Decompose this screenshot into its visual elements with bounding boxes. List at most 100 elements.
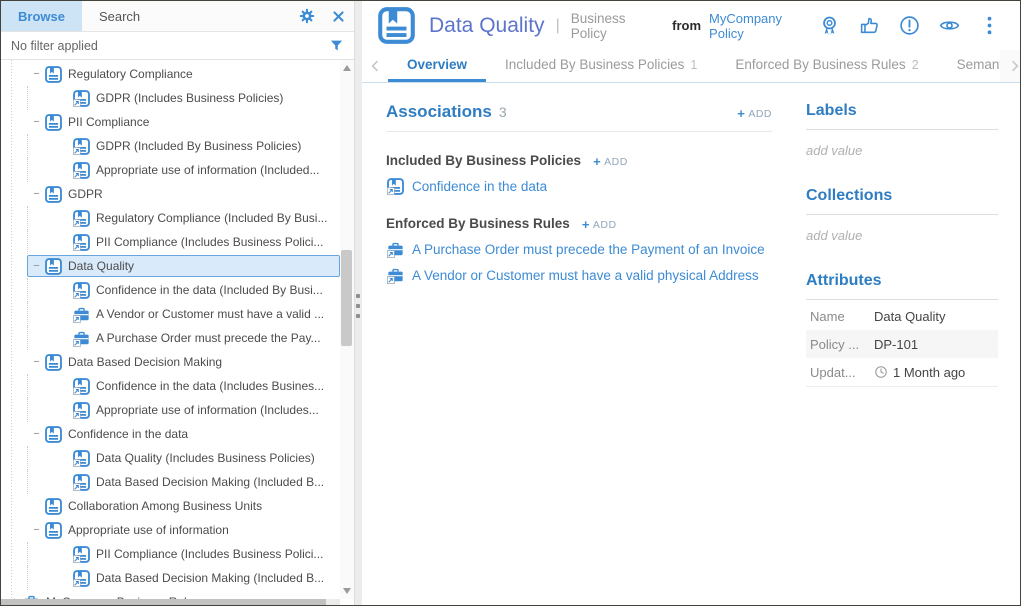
scrollbar-thumb[interactable] bbox=[341, 250, 352, 346]
tabs-scroll-left-button[interactable] bbox=[362, 50, 388, 82]
associations-title: Associations bbox=[386, 102, 492, 122]
asset-page: Data Quality | Business Policy from MyCo… bbox=[362, 1, 1020, 605]
tab-search[interactable]: Search bbox=[82, 1, 157, 31]
tree-item[interactable]: Data Based Decision Making (Included B..… bbox=[1, 470, 340, 494]
policy-icon bbox=[45, 426, 62, 443]
tree-item-selected[interactable]: −Data Quality bbox=[1, 254, 340, 278]
attributes-table: Name Data Quality Policy ... DP-101 Upda… bbox=[806, 302, 998, 387]
tab-enforced-by-business-rules[interactable]: Enforced By Business Rules2 bbox=[716, 50, 937, 82]
tree-item[interactable]: PII Compliance (Includes Business Polici… bbox=[1, 230, 340, 254]
tree-item[interactable]: Data Quality (Includes Business Policies… bbox=[1, 446, 340, 470]
business-policy-icon bbox=[378, 7, 415, 44]
tree-item[interactable]: A Purchase Order must precede the Pay... bbox=[1, 326, 340, 350]
close-icon bbox=[331, 9, 346, 24]
policy-icon bbox=[45, 522, 62, 539]
policy-icon bbox=[45, 354, 62, 371]
tree-vertical-scrollbar[interactable] bbox=[340, 60, 354, 599]
tab-bar: Overview Included By Business Policies1 … bbox=[362, 50, 1020, 83]
collapse-icon[interactable]: − bbox=[30, 69, 43, 80]
policy-ref-icon bbox=[73, 546, 90, 563]
tab-count-badge: 1 bbox=[690, 58, 697, 72]
related-asset-link[interactable]: A Purchase Order must precede the Paymen… bbox=[412, 242, 765, 257]
filter-bar: No filter applied bbox=[1, 32, 354, 60]
tree-item[interactable]: −Data Based Decision Making bbox=[1, 350, 340, 374]
add-included-policy-button[interactable]: +ADD bbox=[593, 154, 628, 169]
tree-item[interactable]: Regulatory Compliance (Included By Busi.… bbox=[1, 206, 340, 230]
tree-item[interactable]: +MyCompany Business Rules bbox=[1, 590, 340, 599]
tabs-scroll-right-button[interactable] bbox=[1000, 50, 1020, 82]
certification-badge-icon[interactable] bbox=[819, 15, 840, 36]
collapse-icon[interactable]: − bbox=[30, 261, 43, 272]
rule-ref-icon bbox=[73, 306, 90, 323]
watch-eye-icon[interactable] bbox=[939, 15, 960, 36]
policy-ref-icon bbox=[73, 234, 90, 251]
tree-item[interactable]: GDPR (Includes Business Policies) bbox=[1, 86, 340, 110]
tree-item[interactable]: Confidence in the data (Includes Busines… bbox=[1, 374, 340, 398]
scroll-up-arrow[interactable] bbox=[343, 65, 351, 71]
settings-button[interactable] bbox=[291, 1, 323, 31]
add-association-button[interactable]: +ADD bbox=[737, 106, 772, 121]
policy-icon bbox=[45, 114, 62, 131]
associations-count: 3 bbox=[499, 104, 507, 120]
tree-container: −Regulatory Compliance GDPR (Includes Bu… bbox=[1, 60, 354, 605]
policy-ref-icon bbox=[73, 138, 90, 155]
parent-domain-link[interactable]: MyCompany Policy bbox=[709, 11, 819, 41]
tree-item[interactable]: GDPR (Included By Business Policies) bbox=[1, 134, 340, 158]
resize-grip-icon bbox=[356, 294, 360, 318]
collections-add-value[interactable]: add value bbox=[806, 228, 998, 243]
tree-item[interactable]: Appropriate use of information (Included… bbox=[1, 158, 340, 182]
policy-icon bbox=[45, 186, 62, 203]
tree-item[interactable]: −GDPR bbox=[1, 182, 340, 206]
panel-resize-handle[interactable] bbox=[355, 1, 362, 605]
tab-browse[interactable]: Browse bbox=[1, 1, 82, 31]
asset-type-label: Business Policy bbox=[571, 11, 664, 41]
policy-ref-icon bbox=[73, 282, 90, 299]
scroll-down-arrow[interactable] bbox=[343, 588, 351, 594]
policy-ref-icon bbox=[73, 162, 90, 179]
tree-item[interactable]: PII Compliance (Includes Business Polici… bbox=[1, 542, 340, 566]
tree-item[interactable]: Confidence in the data (Included By Busi… bbox=[1, 278, 340, 302]
rule-ref-icon bbox=[73, 330, 90, 347]
add-enforcing-rule-button[interactable]: +ADD bbox=[582, 217, 617, 232]
tree-horizontal-scrollbar[interactable] bbox=[1, 599, 340, 605]
tree-item[interactable]: Collaboration Among Business Units bbox=[1, 494, 340, 518]
collapse-icon[interactable]: − bbox=[30, 117, 43, 128]
tree-item[interactable]: −Confidence in the data bbox=[1, 422, 340, 446]
collapse-icon[interactable]: − bbox=[30, 189, 43, 200]
tree-item[interactable]: A Vendor or Customer must have a valid .… bbox=[1, 302, 340, 326]
page-title: Data Quality bbox=[429, 14, 545, 38]
labels-title: Labels bbox=[806, 102, 998, 130]
tab-semantics[interactable]: Semantics bbox=[938, 50, 1000, 82]
tab-count-badge: 2 bbox=[912, 58, 919, 72]
collections-title: Collections bbox=[806, 187, 998, 215]
policy-ref-icon bbox=[73, 378, 90, 395]
tree-item[interactable]: Appropriate use of information (Includes… bbox=[1, 398, 340, 422]
labels-add-value[interactable]: add value bbox=[806, 143, 998, 158]
related-asset-link[interactable]: Confidence in the data bbox=[412, 179, 547, 194]
filter-status-text: No filter applied bbox=[11, 39, 98, 53]
overview-content: Associations 3 +ADD Included By Business… bbox=[362, 83, 1020, 605]
tab-search-label: Search bbox=[99, 9, 140, 24]
tab-overview[interactable]: Overview bbox=[388, 50, 486, 82]
collapse-icon[interactable]: − bbox=[30, 429, 43, 440]
tab-included-by-business-policies[interactable]: Included By Business Policies1 bbox=[486, 50, 716, 82]
tree-item[interactable]: −PII Compliance bbox=[1, 110, 340, 134]
tree-item[interactable]: −Regulatory Compliance bbox=[1, 62, 340, 86]
plus-icon: + bbox=[582, 217, 590, 232]
enforced-by-rules-subsection: Enforced By Business Rules +ADD bbox=[386, 216, 772, 232]
related-asset-link[interactable]: A Vendor or Customer must have a valid p… bbox=[412, 268, 759, 283]
title-separator: | bbox=[556, 17, 560, 35]
tree-item[interactable]: Data Based Decision Making (Included B..… bbox=[1, 566, 340, 590]
sidebar-header: Browse Search bbox=[1, 1, 354, 32]
policy-ref-icon bbox=[73, 474, 90, 491]
thumbs-up-icon[interactable] bbox=[859, 15, 880, 36]
collapse-icon[interactable]: − bbox=[30, 525, 43, 536]
tree-item[interactable]: −Appropriate use of information bbox=[1, 518, 340, 542]
browser-sidebar: Browse Search No filter applied −Regulat… bbox=[1, 1, 355, 605]
filter-funnel-icon[interactable] bbox=[329, 38, 344, 53]
related-asset-row: A Vendor or Customer must have a valid p… bbox=[386, 267, 772, 284]
collapse-icon[interactable]: − bbox=[30, 357, 43, 368]
more-options-kebab-icon[interactable] bbox=[979, 15, 1000, 36]
close-sidebar-button[interactable] bbox=[323, 1, 354, 31]
issue-alert-icon[interactable] bbox=[899, 15, 920, 36]
